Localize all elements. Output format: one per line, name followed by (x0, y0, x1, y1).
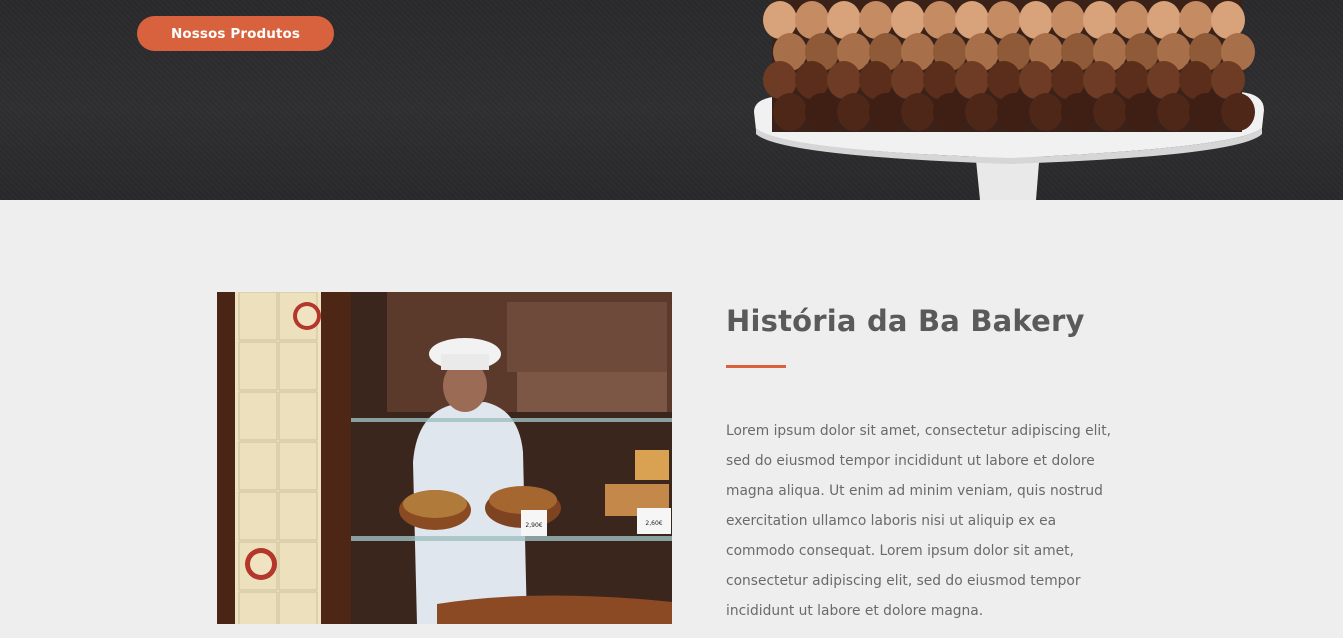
wall-tile (278, 491, 318, 541)
about-paragraph: Lorem ipsum dolor sit amet, consectetur … (726, 423, 1112, 619)
price-tag-2: 2,60€ (645, 520, 662, 527)
wall-tile (238, 391, 278, 441)
frosting-rosette (869, 93, 903, 131)
wall-tile (278, 341, 318, 391)
frosting-rosette (1221, 93, 1255, 131)
title-divider (726, 365, 786, 368)
about-section: 2,90€ 2,60€ História da Ba Bakery Lorem … (0, 200, 1343, 638)
frosting-rosette (1029, 93, 1063, 131)
hero-banner: Nossos Produtos (0, 0, 1343, 200)
wall-tile (238, 292, 278, 341)
frosting-rosette (1125, 93, 1159, 131)
frosting-rosette (837, 93, 871, 131)
frosting-rosette (1093, 93, 1127, 131)
frosting-rosette (965, 93, 999, 131)
wall-tile (238, 341, 278, 391)
wall-tile (278, 441, 318, 491)
wall-tile (278, 541, 318, 591)
wall-tile (238, 591, 278, 624)
about-title: História da Ba Bakery (726, 304, 1085, 338)
frosting-rosette (1189, 93, 1223, 131)
our-products-button[interactable]: Nossos Produtos (137, 16, 334, 51)
frosting-rosette (1061, 93, 1095, 131)
frosting-rosette (901, 93, 935, 131)
cake-image (754, 0, 1264, 200)
frosting-rosette (933, 93, 967, 131)
frosting-rosette (773, 93, 807, 131)
wall-tile (238, 441, 278, 491)
frosting-rosette (1157, 93, 1191, 131)
bakery-photo: 2,90€ 2,60€ (217, 292, 672, 624)
wall-tile (238, 491, 278, 541)
wall-tile (278, 391, 318, 441)
wall-tile (278, 591, 318, 624)
frosting-rosette (997, 93, 1031, 131)
frosting-rosette (805, 93, 839, 131)
price-tag-1: 2,90€ (525, 522, 542, 529)
